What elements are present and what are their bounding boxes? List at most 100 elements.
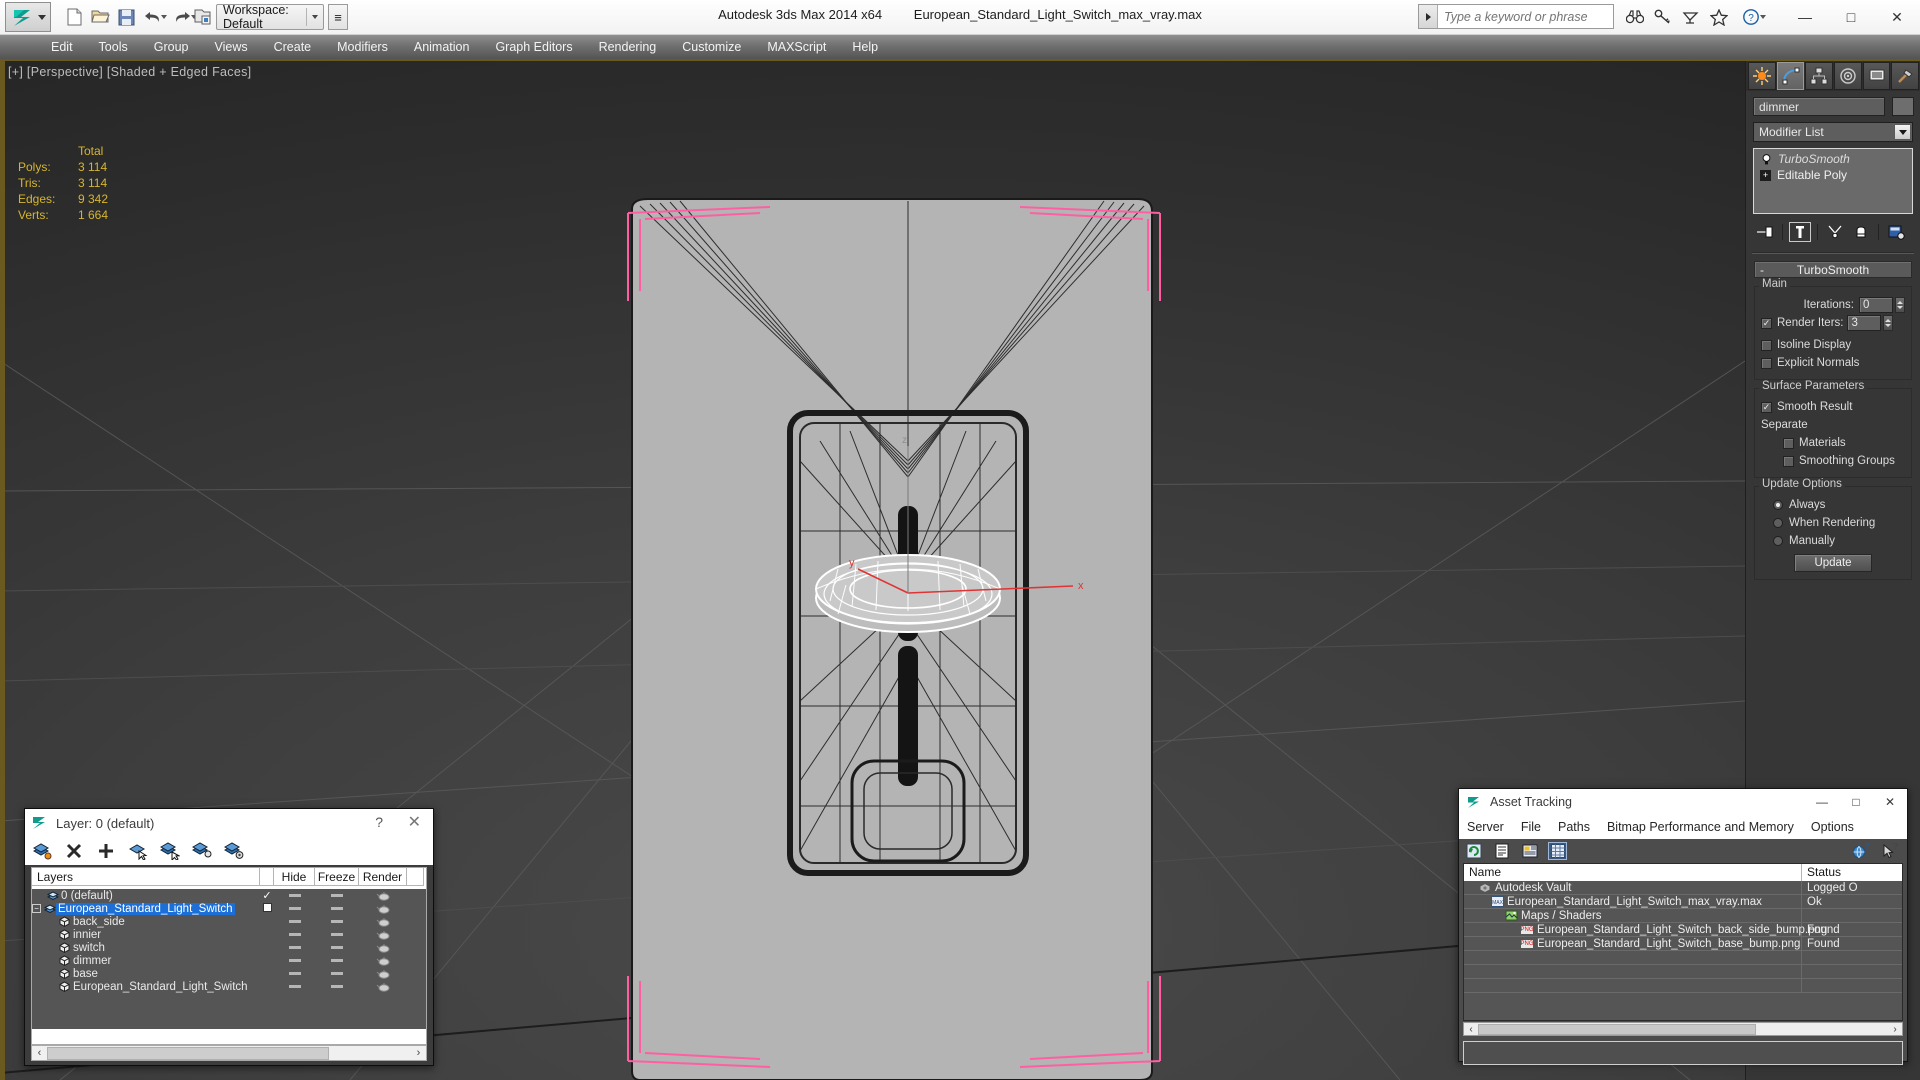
render-toggle[interactable] (359, 943, 407, 953)
menu-item-graph-editors[interactable]: Graph Editors (482, 34, 585, 60)
menu-item-views[interactable]: Views (201, 34, 260, 60)
smoothing-groups-checkbox[interactable] (1783, 455, 1794, 467)
display-tab[interactable] (1862, 62, 1891, 90)
hide-toggle[interactable] (274, 894, 315, 897)
modifier-stack[interactable]: TurboSmooth + Editable Poly (1753, 148, 1913, 214)
column-status[interactable]: Status (1802, 864, 1902, 881)
menu-item-modifiers[interactable]: Modifiers (324, 34, 401, 60)
open-file-icon[interactable] (88, 5, 112, 29)
list-item[interactable]: European_Standard_Light_Switch (32, 980, 426, 993)
collapse-icon[interactable]: - (1760, 263, 1764, 277)
when-rendering-radio[interactable] (1773, 518, 1783, 528)
manually-radio[interactable] (1773, 536, 1783, 546)
list-item[interactable]: innier (32, 928, 426, 941)
menu-item-help[interactable]: Help (839, 34, 891, 60)
asset-tracking-dialog[interactable]: Asset Tracking — □ ✕ Server File Paths Bitm… (1458, 788, 1908, 1065)
freeze-toggle[interactable] (315, 920, 359, 923)
refresh-icon[interactable] (1464, 842, 1483, 860)
object-color-swatch[interactable] (1892, 97, 1914, 116)
asset-menu-item-options[interactable]: Options (1811, 820, 1854, 834)
table-row[interactable] (1464, 950, 1902, 965)
motion-tab[interactable] (1834, 62, 1862, 90)
pin-stack-icon[interactable] (1754, 222, 1776, 242)
max-application-button[interactable] (5, 2, 51, 32)
binoculars-icon[interactable] (1622, 5, 1648, 29)
menu-item-edit[interactable]: Edit (38, 34, 86, 60)
satellite-dish-icon[interactable] (1678, 5, 1704, 29)
freeze-toggle[interactable] (315, 894, 359, 897)
close-button[interactable]: ✕ (1873, 789, 1907, 815)
configure-modifier-sets-icon[interactable] (1885, 222, 1907, 242)
object-name-field[interactable]: dimmer (1753, 97, 1885, 116)
iterations-spinner[interactable] (1895, 297, 1905, 313)
scroll-right-button[interactable]: › (1888, 1024, 1902, 1035)
help-button[interactable]: ? (375, 814, 383, 830)
current-layer-check[interactable] (260, 902, 274, 915)
set-project-folder-icon[interactable] (190, 5, 214, 29)
column-name[interactable]: Name (1464, 864, 1802, 881)
render-toggle[interactable] (359, 969, 407, 979)
asset-tracking-titlebar[interactable]: Asset Tracking — □ ✕ (1459, 789, 1907, 815)
column-render[interactable]: Render (359, 868, 407, 886)
table-row[interactable]: PNG European_Standard_Light_Switch_back_… (1464, 922, 1902, 937)
render-toggle[interactable] (359, 904, 407, 914)
save-file-icon[interactable] (114, 5, 138, 29)
table-row[interactable]: MAX European_Standard_Light_Switch_max_v… (1464, 894, 1902, 909)
hide-toggle[interactable] (274, 907, 315, 910)
help-dropdown-icon[interactable] (1760, 15, 1766, 19)
set-current-layer-icon[interactable] (159, 840, 181, 862)
scroll-left-button[interactable]: ‹ (1464, 1024, 1478, 1035)
chevron-down-icon[interactable] (1894, 124, 1911, 140)
layer-properties-icon[interactable] (223, 840, 245, 862)
scrollbar-thumb[interactable] (1478, 1023, 1756, 1035)
hide-toggle[interactable] (274, 946, 315, 949)
show-end-result-icon[interactable] (1789, 222, 1811, 242)
table-row[interactable]: Maps / Shaders (1464, 908, 1902, 923)
isoline-display-checkbox[interactable] (1761, 339, 1772, 351)
always-radio[interactable] (1773, 500, 1783, 510)
search-menu-icon[interactable] (1419, 5, 1438, 28)
menu-item-animation[interactable]: Animation (401, 34, 483, 60)
rollout-header-turbosmooth[interactable]: - TurboSmooth (1754, 261, 1912, 278)
when-rendering-row[interactable]: When Rendering (1761, 514, 1905, 532)
column-current[interactable] (260, 868, 274, 886)
maximize-button[interactable]: □ (1839, 789, 1873, 815)
add-selection-to-layer-icon[interactable] (95, 840, 117, 862)
layer-dialog-titlebar[interactable]: Layer: 0 (default) ? ✕ (25, 809, 433, 837)
column-layers[interactable]: Layers (32, 868, 260, 886)
hide-toggle[interactable] (274, 972, 315, 975)
create-tab[interactable] (1748, 62, 1776, 90)
search-box[interactable] (1418, 4, 1614, 29)
modifier-stack-item-turbosmooth[interactable]: TurboSmooth (1756, 151, 1910, 167)
workspace-selector[interactable]: Workspace: Default (216, 3, 324, 31)
collapse-icon[interactable]: − (32, 904, 41, 913)
delete-layer-icon[interactable] (63, 840, 85, 862)
utilities-tab[interactable] (1891, 62, 1920, 90)
freeze-toggle[interactable] (315, 933, 359, 936)
remove-modifier-icon[interactable] (1850, 222, 1872, 242)
render-toggle[interactable] (359, 917, 407, 927)
menu-item-create[interactable]: Create (261, 34, 325, 60)
list-item[interactable]: dimmer (32, 954, 426, 967)
select-objects-in-layer-icon[interactable] (127, 840, 149, 862)
table-row[interactable]: PNG European_Standard_Light_Switch_base_… (1464, 936, 1902, 951)
asset-menu-item-paths[interactable]: Paths (1558, 820, 1590, 834)
layer-dialog[interactable]: Layer: 0 (default) ? ✕ Layers Hide Freez… (24, 808, 434, 1066)
render-iters-input[interactable]: 3 (1847, 315, 1882, 331)
hide-toggle[interactable] (274, 920, 315, 923)
layer-list[interactable]: Layers Hide Freeze Render 0 (default) ✓ (31, 867, 427, 1045)
smooth-result-checkbox[interactable]: ✓ (1761, 401, 1772, 413)
menu-item-tools[interactable]: Tools (86, 34, 141, 60)
column-hide[interactable]: Hide (274, 868, 315, 886)
table-row[interactable] (1464, 964, 1902, 979)
render-iters-spinner[interactable] (1883, 315, 1894, 331)
minimize-button[interactable]: — (1805, 789, 1839, 815)
list-view-icon[interactable] (1492, 842, 1511, 860)
light-bulb-icon[interactable] (1758, 152, 1774, 166)
viewport-label[interactable]: [+] [Perspective] [Shaded + Edged Faces] (8, 65, 251, 79)
maximize-button[interactable]: □ (1828, 0, 1874, 34)
modifier-stack-item-editable-poly[interactable]: + Editable Poly (1756, 167, 1910, 183)
star-icon[interactable] (1706, 5, 1732, 29)
key-icon[interactable] (1650, 5, 1676, 29)
detail-view-icon[interactable] (1520, 842, 1539, 860)
